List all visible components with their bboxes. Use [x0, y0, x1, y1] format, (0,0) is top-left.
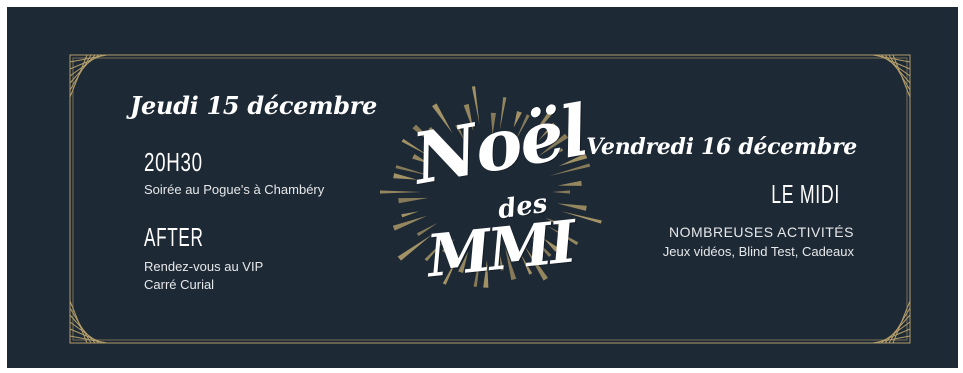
sunburst-ray: [380, 190, 422, 194]
right-time: LE MIDI: [771, 179, 840, 209]
right-date: Vendredi 16 décembre: [586, 134, 857, 160]
left-after-title: AFTER: [144, 222, 204, 252]
right-activities-list: Jeux vidéos, Blind Test, Cadeaux: [662, 244, 854, 259]
left-after-line2: Carré Curial: [144, 277, 215, 292]
corner-ornament-top-left: [69, 54, 111, 98]
left-after-line1: Rendez-vous au VIP: [144, 259, 264, 274]
corner-ornament-top-right: [869, 54, 911, 98]
event-banner: Jeudi 15 décembre 20H30 Soirée au Pogue'…: [7, 7, 958, 368]
right-activities-title: NOMBREUSES ACTIVITÉS: [668, 224, 854, 240]
sunburst-ray: [557, 180, 582, 186]
sunburst-ray: [552, 190, 570, 194]
corner-ornament-bottom-left: [69, 300, 111, 344]
left-time: 20H30: [144, 147, 203, 177]
left-venue: Soirée au Pogue's à Chambéry: [144, 182, 325, 197]
sunburst-ray: [393, 173, 418, 180]
corner-ornament-bottom-right: [869, 300, 911, 344]
left-date: Jeudi 15 décembre: [130, 91, 378, 120]
sunburst-ray: [401, 211, 419, 218]
sunburst-ray: [392, 215, 428, 231]
